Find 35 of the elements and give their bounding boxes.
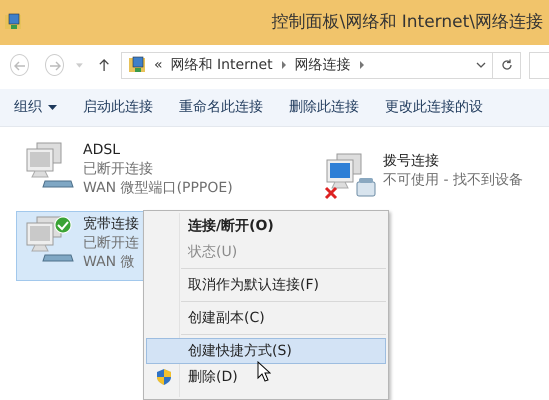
back-arrow-icon: [14, 60, 26, 71]
breadcrumb-link[interactable]: 网络连接: [294, 54, 351, 76]
connection-item[interactable]: 拨号连接 不可使用 - 找不到设备: [316, 137, 549, 207]
toolbar-button[interactable]: 重命名此连接: [179, 97, 263, 118]
connection-device: WAN 微型端口(PPPOE): [83, 179, 233, 198]
breadcrumb-link[interactable]: 网络和 Internet: [170, 54, 273, 76]
chevron-icon[interactable]: [280, 61, 287, 69]
window-title: 控制面板\网络和 Internet\网络连接: [272, 10, 543, 34]
connection-device: WAN 微: [83, 253, 136, 272]
up-arrow-icon[interactable]: [98, 58, 109, 72]
chevron-icon[interactable]: [358, 61, 365, 69]
forward-arrow-icon: [48, 60, 60, 71]
connection-status: 已断开连接: [83, 160, 154, 179]
refresh-button[interactable]: [493, 52, 521, 78]
menu-item[interactable]: 创建快捷方式(S): [146, 338, 386, 364]
connection-item[interactable]: ADSL 已断开连接 WAN 微型端口(PPPOE): [16, 137, 316, 207]
address-bar[interactable]: « 网络和 Internet 网络连接: [121, 52, 493, 78]
toolbar-button[interactable]: 删除此连接: [289, 97, 359, 118]
search-field[interactable]: [529, 52, 549, 78]
overflow-chevron[interactable]: «: [154, 54, 163, 76]
dropdown-icon[interactable]: [476, 62, 486, 68]
connection-name: ADSL: [83, 141, 122, 160]
connection-name: 宽带连接: [83, 215, 139, 234]
toolbar-button[interactable]: 组织: [14, 97, 57, 118]
menu-item[interactable]: 取消作为默认连接(F): [146, 272, 386, 298]
connection-status: 不可使用 - 找不到设备: [383, 171, 523, 190]
network-folder-icon: [128, 55, 146, 75]
mouse-cursor-icon: [257, 361, 271, 383]
menu-item[interactable]: 创建副本(C): [146, 305, 386, 331]
toolbar-button[interactable]: 更改此连接的设: [385, 97, 483, 118]
connection-name: 拨号连接: [383, 152, 440, 171]
menu-item[interactable]: 连接/断开(O): [146, 213, 386, 239]
refresh-icon: [500, 58, 512, 71]
connection-status: 已断开连: [83, 234, 139, 253]
toolbar-button[interactable]: 启动此连接: [83, 97, 153, 118]
